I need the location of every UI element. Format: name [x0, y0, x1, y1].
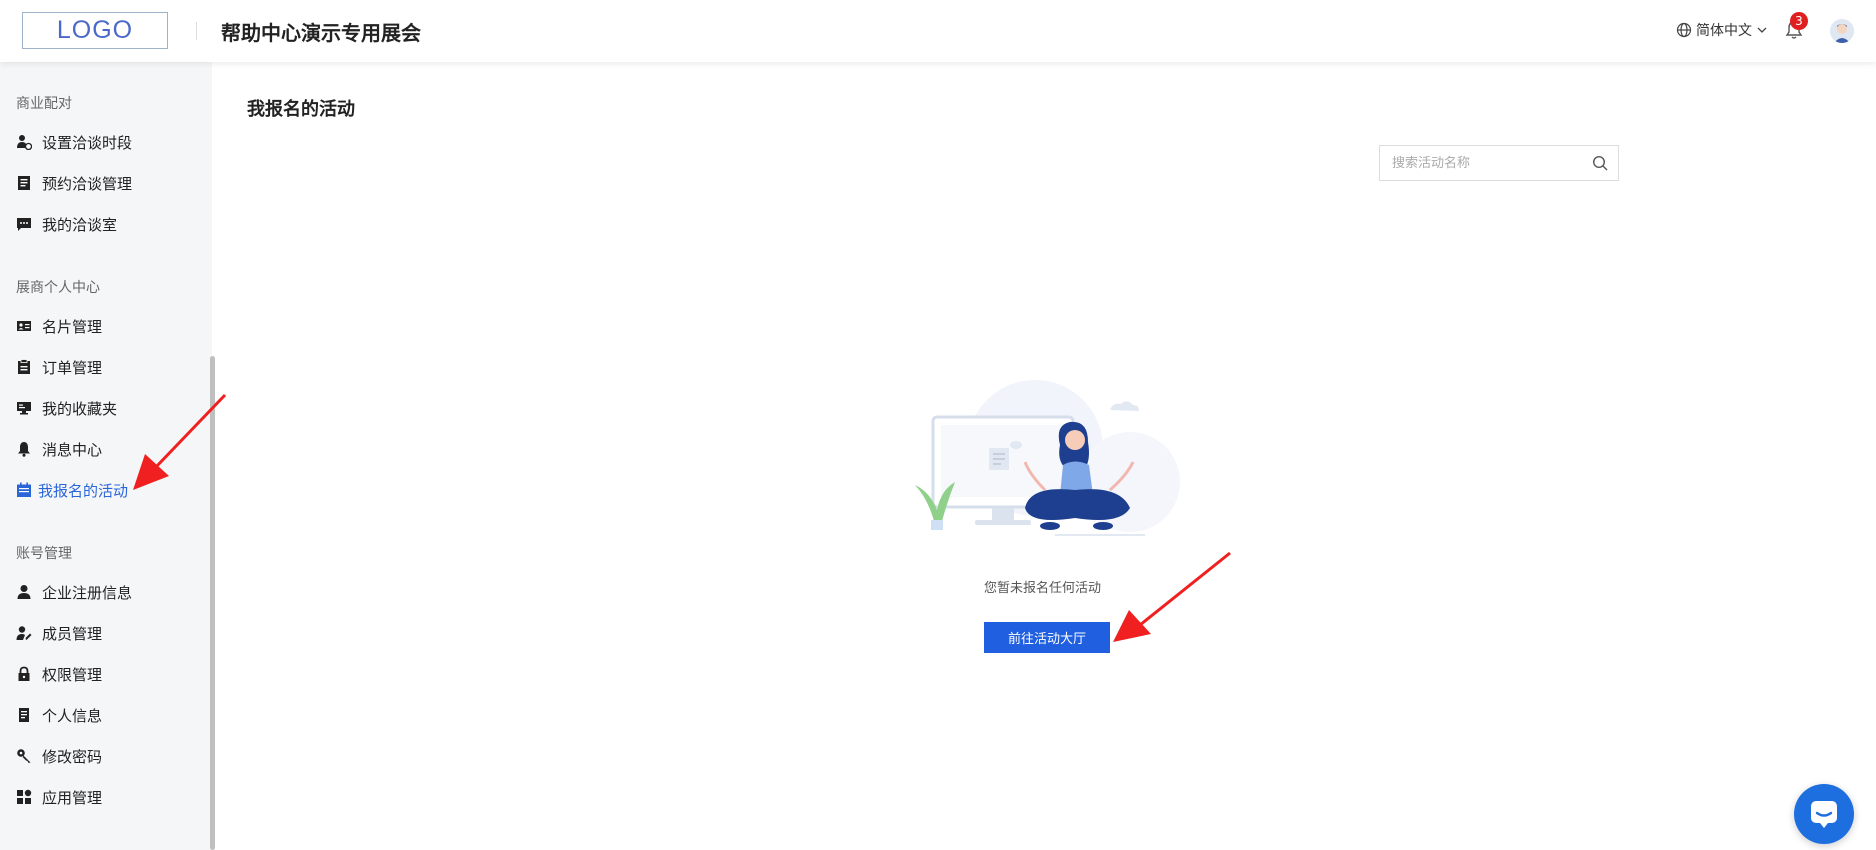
user-avatar-icon: [1830, 19, 1854, 43]
person-edit-icon: [16, 626, 32, 640]
document-icon: [19, 708, 29, 722]
sidebar-item-favorites[interactable]: 我的收藏夹: [16, 396, 117, 420]
sidebar-item-business-cards[interactable]: 名片管理: [16, 314, 102, 338]
sidebar-item-apps[interactable]: 应用管理: [16, 785, 102, 809]
chat-bubble-icon: [1811, 801, 1837, 828]
key-icon: [17, 749, 31, 763]
sidebar-item-label: 我报名的活动: [38, 481, 129, 500]
search-box: [1379, 145, 1619, 181]
apps-grid-icon: [17, 789, 32, 804]
header-divider: [196, 22, 197, 40]
top-header: LOGO 帮助中心演示专用展会 简体中文 3: [0, 0, 1876, 62]
sidebar-item-label: 应用管理: [42, 788, 103, 807]
sidebar-item-personal-info[interactable]: 个人信息: [16, 703, 102, 727]
sidebar-item-label: 我的收藏夹: [42, 399, 118, 418]
bell-icon: [18, 442, 30, 457]
sidebar-item-meeting-appointments[interactable]: 预约洽谈管理: [16, 171, 132, 195]
empty-state-message: 您暂未报名任何活动: [984, 581, 1102, 596]
sidebar-item-label: 我的洽谈室: [42, 215, 118, 234]
sidebar-item-my-meeting-room[interactable]: 我的洽谈室: [16, 212, 117, 236]
annotation-arrow-button: [1113, 551, 1231, 642]
sidebar-item-label: 预约洽谈管理: [42, 174, 133, 193]
sidebar-item-label: 消息中心: [42, 440, 103, 459]
sidebar-item-label: 订单管理: [42, 358, 103, 377]
sidebar-item-permissions[interactable]: 权限管理: [16, 662, 102, 686]
sidebar-item-orders[interactable]: 订单管理: [16, 355, 102, 379]
globe-icon: [1676, 22, 1692, 38]
sidebar-item-messages[interactable]: 消息中心: [16, 437, 102, 461]
calendar-icon: [17, 482, 31, 497]
sidebar-group-title: 账号管理: [16, 546, 72, 562]
customer-service-chat-button[interactable]: [1794, 784, 1854, 844]
empty-state-illustration: [915, 380, 1180, 536]
chevron-down-icon: [1757, 27, 1767, 33]
clipboard-icon: [18, 359, 30, 374]
sidebar-item-label: 修改密码: [42, 747, 103, 766]
person-icon: [17, 585, 31, 599]
sidebar-group-title: 展商个人中心: [16, 280, 100, 296]
sidebar-item-label: 成员管理: [42, 624, 103, 643]
sidebar-item-change-password[interactable]: 修改密码: [16, 744, 102, 768]
sidebar-item-my-activities[interactable]: 我报名的活动: [16, 478, 128, 502]
search-input[interactable]: [1380, 146, 1604, 180]
avatar[interactable]: [1830, 19, 1854, 43]
clipboard-list-icon: [18, 176, 30, 190]
sidebar-item-set-meeting-time[interactable]: 设置洽谈时段: [16, 130, 132, 154]
id-card-icon: [17, 321, 31, 331]
chat-icon: [17, 218, 31, 231]
sidebar-item-label: 设置洽谈时段: [42, 133, 133, 152]
monitor-icon: [17, 402, 31, 415]
site-title: 帮助中心演示专用展会: [221, 21, 421, 45]
sidebar-item-company-info[interactable]: 企业注册信息: [16, 580, 132, 604]
logo[interactable]: LOGO: [22, 12, 168, 49]
lock-icon: [18, 666, 30, 681]
sidebar-item-label: 名片管理: [42, 317, 103, 336]
person-clock-icon: [17, 135, 32, 150]
sidebar-item-members[interactable]: 成员管理: [16, 621, 102, 645]
sidebar-scrollbar[interactable]: [210, 356, 215, 850]
language-selector[interactable]: 简体中文: [1676, 20, 1768, 40]
sidebar-item-label: 个人信息: [42, 706, 103, 725]
language-label: 简体中文: [1696, 23, 1752, 39]
notification-badge: 3: [1790, 12, 1808, 30]
sidebar-group-title: 商业配对: [16, 96, 72, 112]
go-to-activity-hall-button[interactable]: 前往活动大厅: [984, 622, 1110, 653]
search-icon[interactable]: [1592, 155, 1608, 171]
sidebar-item-label: 企业注册信息: [42, 583, 133, 602]
sidebar-item-label: 权限管理: [42, 665, 103, 684]
page-title: 我报名的活动: [247, 99, 355, 120]
